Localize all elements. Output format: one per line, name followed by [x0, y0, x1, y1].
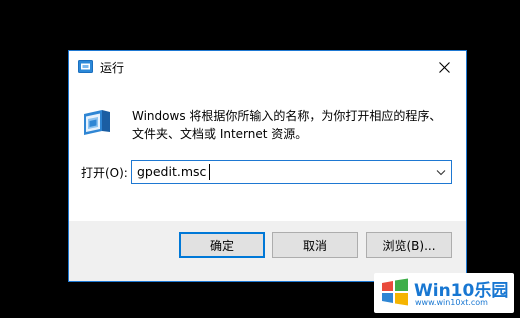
- watermark-url: www.win10xt.com: [415, 298, 488, 307]
- dialog-content: Windows 将根据你所输入的名称，为你打开相应的程序、 文件夹、文档或 In…: [69, 83, 466, 222]
- browse-button[interactable]: 浏览(B)...: [366, 232, 452, 258]
- window-title: 运行: [100, 61, 125, 75]
- run-program-icon: [84, 110, 110, 135]
- open-label: 打开(O):: [81, 166, 128, 180]
- title-bar[interactable]: 运行: [69, 51, 466, 83]
- run-dialog: 运行 Windows 将根据你所输入的名称，为你打开相应的程序、 文件夹、文档或…: [68, 50, 467, 282]
- open-input[interactable]: gpedit.msc: [137, 164, 206, 179]
- button-bar: 确定 取消 浏览(B)...: [69, 221, 466, 281]
- chevron-down-icon[interactable]: [434, 165, 448, 179]
- description-text: Windows 将根据你所输入的名称，为你打开相应的程序、 文件夹、文档或 In…: [132, 109, 442, 141]
- text-caret: [209, 164, 210, 180]
- cancel-button[interactable]: 取消: [272, 232, 358, 258]
- close-button[interactable]: [422, 51, 466, 83]
- ok-button[interactable]: 确定: [179, 232, 265, 258]
- run-icon: [78, 60, 93, 73]
- open-combobox[interactable]: gpedit.msc: [131, 160, 452, 184]
- windows-logo-icon: [382, 278, 408, 306]
- close-icon: [438, 61, 450, 73]
- site-watermark: Win10乐园 www.win10xt.com: [374, 273, 514, 313]
